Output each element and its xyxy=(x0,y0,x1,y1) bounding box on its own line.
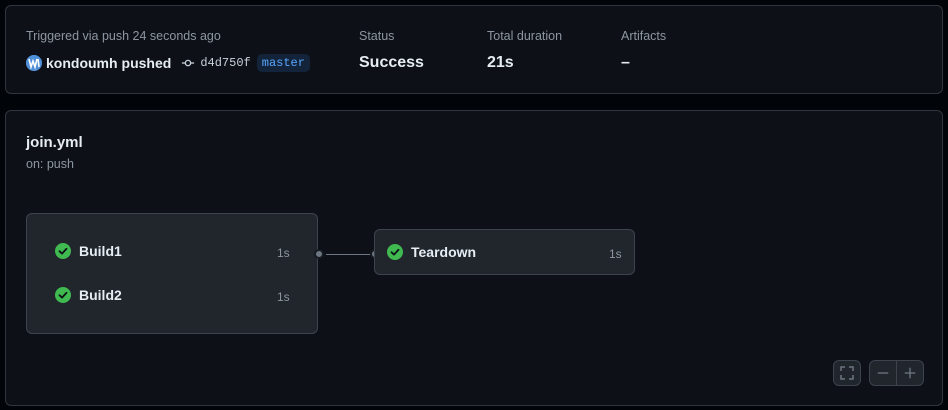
fullscreen-button[interactable] xyxy=(833,360,861,386)
branch-badge[interactable]: master xyxy=(256,54,310,72)
job-name: Build1 xyxy=(79,243,122,259)
workflow-trigger: on: push xyxy=(26,157,74,171)
action-text: pushed xyxy=(121,55,172,71)
job-box-teardown: Teardown 1s xyxy=(374,229,635,275)
plus-icon xyxy=(904,367,916,379)
connector-start-dot xyxy=(314,249,324,259)
status-value: Success xyxy=(359,54,424,71)
artifacts-column: Artifacts – xyxy=(621,28,666,73)
status-column: Status Success xyxy=(359,28,424,73)
check-circle-icon xyxy=(55,287,71,303)
job-build2[interactable]: Build2 xyxy=(55,287,122,303)
job-teardown[interactable]: Teardown xyxy=(387,244,476,260)
job-name: Teardown xyxy=(411,244,477,260)
push-info: kondoumh pushed d4d750f master xyxy=(26,53,310,73)
job-duration: 1s xyxy=(277,290,290,304)
fullscreen-icon xyxy=(840,366,854,380)
job-duration: 1s xyxy=(277,246,290,260)
zoom-in-button[interactable] xyxy=(896,360,924,386)
commit-sha-link[interactable]: d4d750f xyxy=(200,56,250,70)
actor-link[interactable]: kondoumh xyxy=(46,55,118,71)
status-label: Status xyxy=(359,29,395,43)
job-group-build: Build1 1s Build2 1s xyxy=(26,213,318,334)
git-commit-icon xyxy=(181,56,195,70)
avatar-icon xyxy=(26,55,42,71)
artifacts-value: – xyxy=(621,54,630,71)
minus-icon xyxy=(877,372,889,374)
check-circle-icon xyxy=(387,244,403,260)
job-dependency-connector xyxy=(314,249,380,259)
artifacts-label: Artifacts xyxy=(621,29,667,43)
workflow-graph-card: join.yml on: push Build1 1s Build2 1s Te… xyxy=(5,110,943,406)
zoom-out-button[interactable] xyxy=(869,360,897,386)
connector-line xyxy=(326,253,372,255)
duration-column: Total duration 21s xyxy=(487,28,562,73)
workflow-filename: join.yml xyxy=(26,134,83,151)
trigger-text: Triggered via push 24 seconds ago xyxy=(26,29,221,43)
trigger-column: Triggered via push 24 seconds ago kondou… xyxy=(26,28,310,73)
job-name: Build2 xyxy=(79,287,122,303)
run-summary-card: Triggered via push 24 seconds ago kondou… xyxy=(5,5,943,94)
duration-label: Total duration xyxy=(487,29,563,43)
avatar[interactable] xyxy=(26,55,42,71)
job-duration: 1s xyxy=(609,247,622,261)
duration-value: 21s xyxy=(487,54,514,71)
check-circle-icon xyxy=(55,243,71,259)
job-build1[interactable]: Build1 xyxy=(55,243,122,259)
